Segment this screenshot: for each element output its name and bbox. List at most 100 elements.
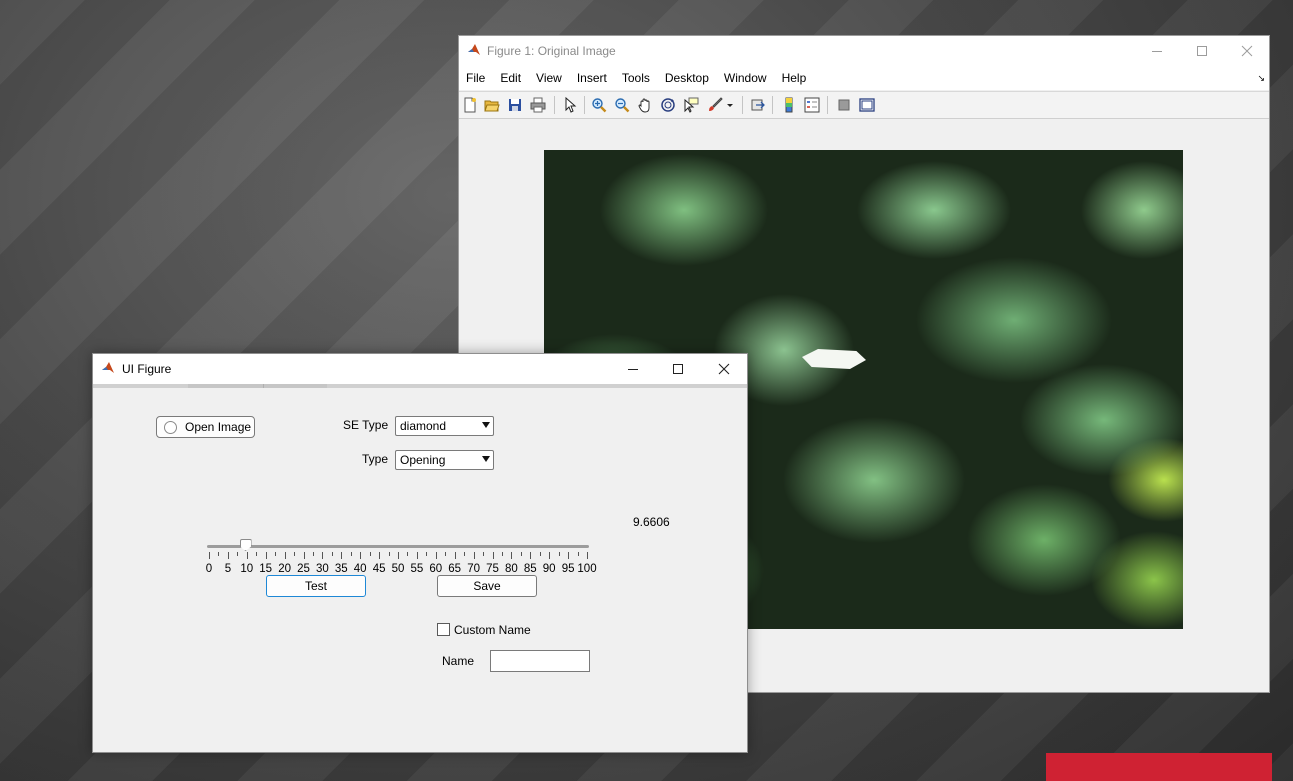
- name-label: Name: [442, 654, 475, 668]
- se-type-label: SE Type: [343, 418, 389, 432]
- menu-edit[interactable]: Edit: [500, 71, 521, 85]
- se-type-value: diamond: [400, 419, 447, 433]
- slider-minor-tick: [256, 552, 258, 556]
- brush-dropdown-arrow-icon[interactable]: [725, 96, 735, 114]
- menu-help[interactable]: Help: [782, 71, 807, 85]
- dock-arrow-icon[interactable]: ↘: [1257, 73, 1265, 84]
- slider-major-tick: [265, 552, 267, 559]
- slider-minor-tick: [350, 552, 352, 556]
- close-button[interactable]: [701, 354, 746, 384]
- slider-minor-tick: [445, 552, 447, 556]
- slider-tick-label: 70: [467, 563, 480, 575]
- slider-minor-tick: [520, 552, 522, 556]
- ui-figure-body: Open Image SE Type diamond Type Opening …: [93, 388, 747, 752]
- slider-major-tick: [209, 552, 210, 559]
- menu-window[interactable]: Window: [724, 71, 767, 85]
- slider-tick-label: 85: [523, 563, 537, 575]
- se-type-dropdown[interactable]: diamond: [395, 416, 494, 436]
- slider-tick-label: 55: [410, 563, 424, 575]
- type-dropdown[interactable]: Opening: [395, 450, 494, 470]
- menu-file[interactable]: File: [466, 71, 485, 85]
- open-image-button[interactable]: Open Image: [156, 416, 255, 438]
- slider-track[interactable]: [207, 545, 589, 548]
- figure-titlebar[interactable]: Figure 1: Original Image: [459, 36, 1269, 66]
- slider-tick-label: 30: [315, 563, 329, 575]
- slider-major-tick: [360, 552, 362, 559]
- minimize-button[interactable]: [1134, 36, 1179, 66]
- save-icon[interactable]: [506, 96, 524, 114]
- slider-tick-label: 80: [504, 563, 518, 575]
- toolbar-separator: [772, 96, 773, 114]
- slider-minor-tick: [237, 552, 239, 556]
- custom-name-checkbox[interactable]: [437, 623, 450, 636]
- menu-desktop[interactable]: Desktop: [665, 71, 709, 85]
- ui-figure-titlebar[interactable]: UI Figure: [93, 354, 747, 384]
- pointer-icon[interactable]: [561, 96, 579, 114]
- menu-view[interactable]: View: [536, 71, 562, 85]
- slider-tick-label: 15: [259, 563, 273, 575]
- slider-minor-tick: [275, 552, 277, 556]
- slider-major-tick: [322, 552, 324, 559]
- slider-minor-tick: [312, 552, 314, 556]
- rotate-3d-icon[interactable]: [659, 96, 677, 114]
- slider-major-tick: [398, 552, 399, 559]
- slider-major-tick: [227, 552, 229, 559]
- figure-title: Figure 1: Original Image: [487, 44, 616, 58]
- data-cursor-icon[interactable]: [682, 96, 700, 114]
- slider-major-tick: [379, 552, 381, 559]
- open-file-icon[interactable]: [483, 96, 501, 114]
- slider-major-tick: [530, 552, 532, 559]
- slider-minor-tick: [483, 552, 485, 556]
- hide-plot-tools-icon[interactable]: [835, 96, 853, 114]
- save-button[interactable]: Save: [437, 575, 537, 597]
- print-icon[interactable]: [529, 96, 547, 114]
- desktop-accent-bar: [1046, 753, 1272, 781]
- link-plot-icon[interactable]: [749, 96, 767, 114]
- maximize-button[interactable]: [655, 354, 700, 384]
- slider-major-tick: [568, 552, 570, 559]
- slider-major-tick: [454, 552, 456, 559]
- slider-tick-label: 45: [372, 563, 386, 575]
- pan-icon[interactable]: [636, 96, 654, 114]
- slider-major-tick: [492, 552, 494, 559]
- slider-thumb[interactable]: [239, 539, 252, 551]
- slider-minor-tick: [218, 552, 220, 556]
- test-button[interactable]: Test: [266, 575, 366, 597]
- matlab-logo-icon: [101, 361, 115, 378]
- slider-tick-label: 10: [240, 563, 254, 575]
- slider-major-tick: [473, 552, 475, 559]
- slider-major-tick: [435, 552, 437, 559]
- toolbar-separator: [827, 96, 828, 114]
- menu-insert[interactable]: Insert: [577, 71, 607, 85]
- zoom-in-icon[interactable]: [590, 96, 608, 114]
- colorbar-icon[interactable]: [780, 96, 798, 114]
- slider-tick-label: 100: [577, 563, 597, 575]
- slider-tick-label: 35: [334, 563, 348, 575]
- custom-name-label: Custom Name: [454, 623, 531, 637]
- slider-tick-label: 75: [486, 563, 499, 575]
- slider-minor-tick: [539, 552, 541, 556]
- zoom-out-icon[interactable]: [613, 96, 631, 114]
- slider-minor-tick: [294, 552, 296, 556]
- name-input[interactable]: [490, 650, 590, 672]
- menu-tools[interactable]: Tools: [622, 71, 650, 85]
- toolbar-separator: [742, 96, 743, 114]
- open-image-label: Open Image: [185, 420, 252, 434]
- new-figure-icon[interactable]: [461, 96, 479, 114]
- slider-minor-tick: [501, 552, 503, 556]
- close-button[interactable]: [1224, 36, 1269, 66]
- slider-major-tick: [587, 552, 588, 559]
- chevron-down-icon: [482, 422, 490, 428]
- brush-icon[interactable]: [706, 96, 724, 114]
- ui-figure-title: UI Figure: [122, 362, 172, 376]
- open-image-radio-icon: [164, 420, 177, 434]
- maximize-button[interactable]: [1179, 36, 1224, 66]
- slider-minor-tick: [426, 552, 428, 556]
- slider-major-tick: [284, 552, 286, 559]
- slider-tick-label: 25: [297, 563, 310, 575]
- slider-minor-tick: [369, 552, 371, 556]
- slider-major-tick: [246, 552, 248, 559]
- show-plot-tools-icon[interactable]: [858, 96, 876, 114]
- minimize-button[interactable]: [610, 354, 655, 384]
- legend-icon[interactable]: [803, 96, 821, 114]
